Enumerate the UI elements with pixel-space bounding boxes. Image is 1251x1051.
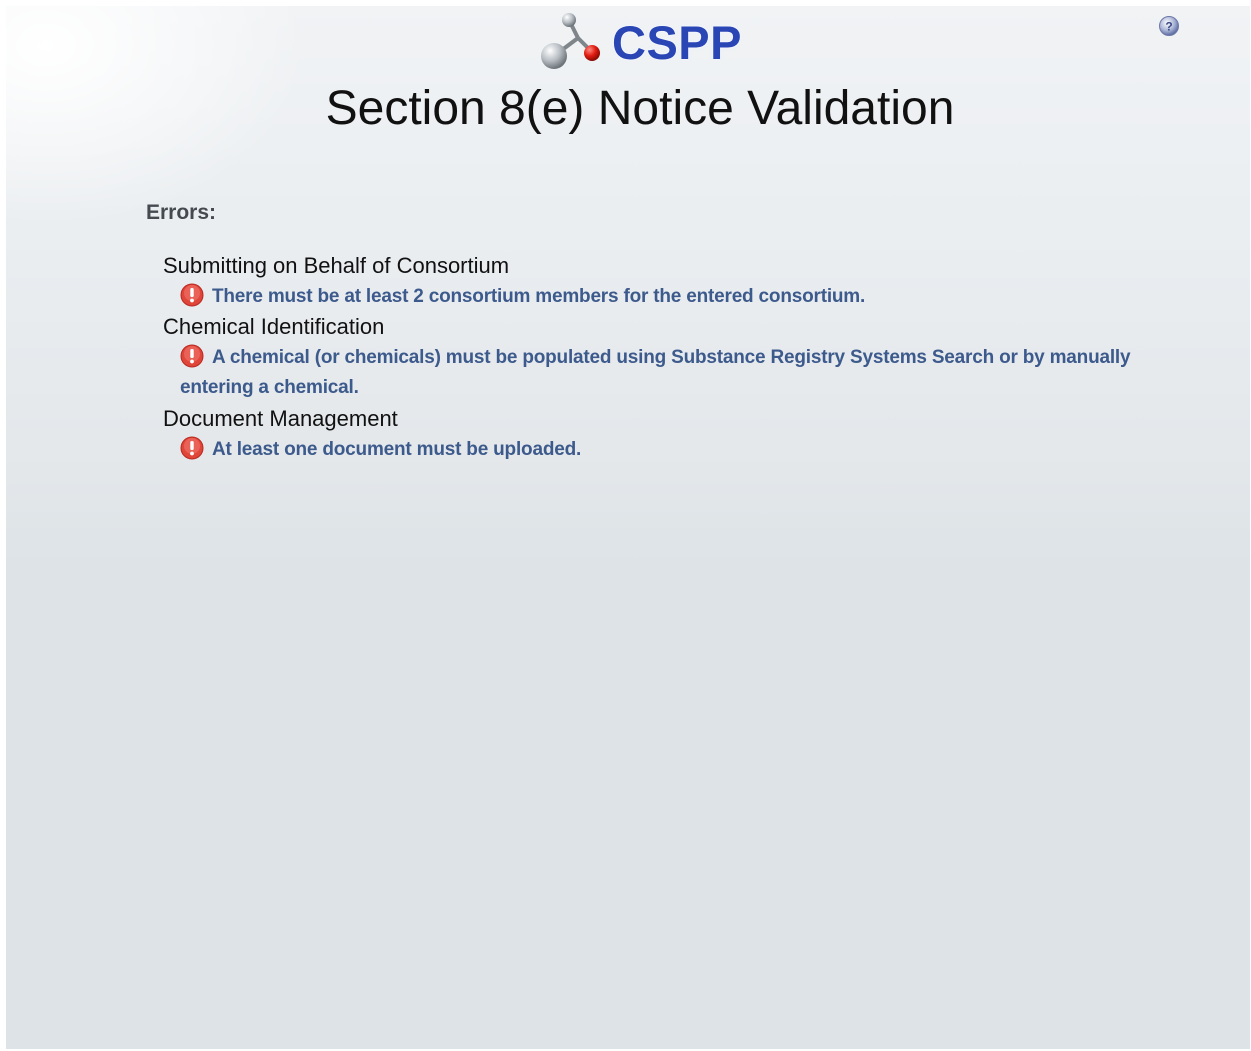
- app-logo: CSPP: [534, 6, 742, 78]
- errors-heading: Errors:: [146, 201, 217, 224]
- section-title: Submitting on Behalf of Consortium: [163, 252, 1143, 280]
- error-message: A chemical (or chemicals) must be popula…: [163, 341, 1143, 405]
- section-link-chemical-identification[interactable]: Chemical Identification: [163, 314, 384, 339]
- error-icon: [180, 283, 204, 307]
- error-text: A chemical (or chemicals) must be popula…: [180, 347, 1131, 398]
- error-message: There must be at least 2 consortium memb…: [163, 280, 1143, 312]
- svg-text:?: ?: [1165, 20, 1172, 34]
- error-list: Submitting on Behalf of Consortium There…: [163, 252, 1143, 465]
- error-section-consortium: Submitting on Behalf of Consortium There…: [163, 252, 1143, 312]
- error-icon: [180, 436, 204, 460]
- help-icon[interactable]: ?: [1158, 15, 1180, 37]
- section-link-document-management[interactable]: Document Management: [163, 406, 398, 431]
- error-text: At least one document must be uploaded.: [212, 439, 582, 460]
- error-icon: [180, 344, 204, 368]
- error-message: At least one document must be uploaded.: [163, 433, 1143, 465]
- page-title: Section 8(e) Notice Validation: [325, 82, 955, 135]
- app-name: CSPP: [612, 15, 742, 69]
- section-link-consortium[interactable]: Submitting on Behalf of Consortium: [163, 253, 509, 278]
- validation-page: CSPP ? Section 8(e) Notice Validation Er…: [6, 6, 1250, 1049]
- error-section-document-management: Document Management At least one documen…: [163, 405, 1143, 465]
- section-title: Document Management: [163, 405, 1143, 433]
- section-title: Chemical Identification: [163, 313, 1143, 341]
- page-header: CSPP ? Section 8(e) Notice Validation: [6, 6, 1250, 156]
- molecule-logo-icon: [541, 13, 600, 69]
- error-text: There must be at least 2 consortium memb…: [212, 286, 866, 307]
- error-section-chemical-identification: Chemical Identification A chemical (or c…: [163, 313, 1143, 405]
